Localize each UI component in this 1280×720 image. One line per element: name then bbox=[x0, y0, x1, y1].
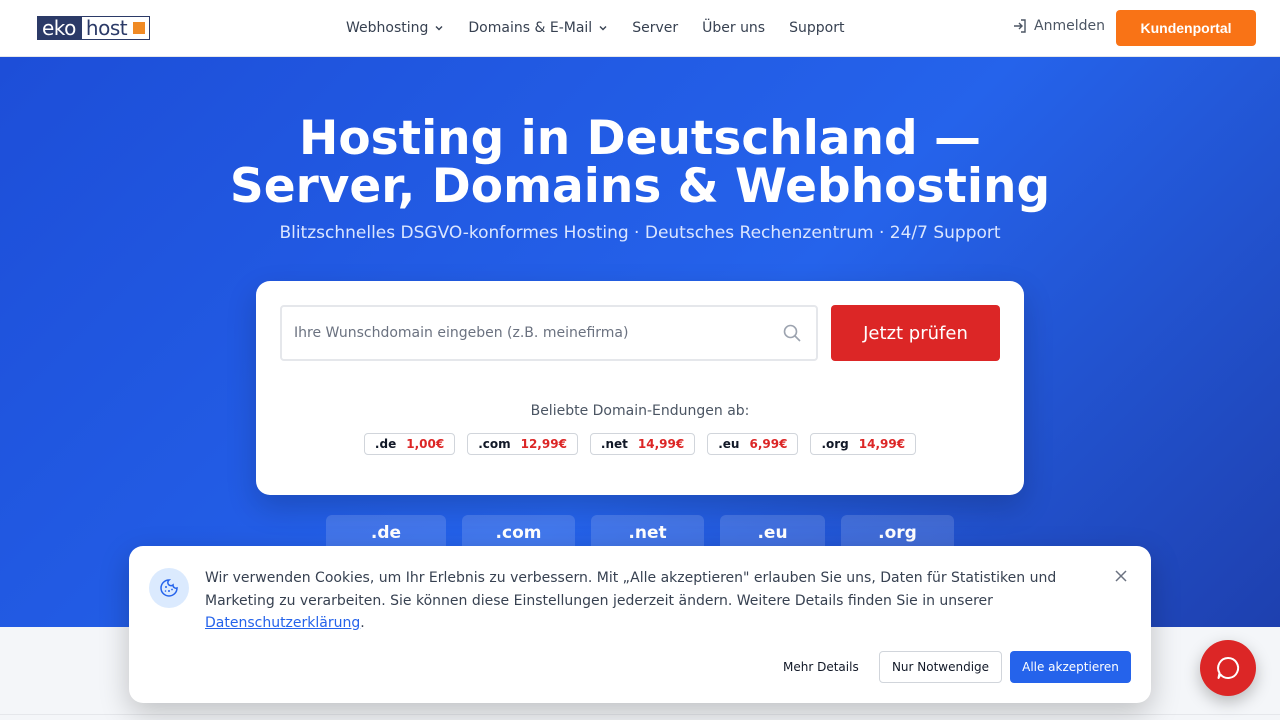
nav-item-label: Domains & E-Mail bbox=[468, 20, 593, 36]
cookie-message-text: Wir verwenden Cookies, um Ihr Erlebnis z… bbox=[205, 570, 1057, 609]
tld-name: .com bbox=[478, 437, 511, 451]
privacy-policy-link[interactable]: Datenschutzerklärung bbox=[205, 615, 360, 631]
tld-price-com[interactable]: .com 12,99€ bbox=[467, 433, 578, 455]
more-details-button[interactable]: Mehr Details bbox=[777, 651, 865, 683]
necessary-only-button[interactable]: Nur Notwendige bbox=[879, 651, 1002, 683]
nav-item-support[interactable]: Support bbox=[789, 20, 844, 36]
check-domain-button[interactable]: Jetzt prüfen bbox=[831, 305, 1000, 361]
nav-item-domains-email[interactable]: Domains & E-Mail bbox=[468, 20, 608, 36]
logo-square-icon bbox=[133, 22, 146, 34]
tld-price: 12,99€ bbox=[520, 437, 567, 451]
main-nav: Webhosting Domains & E-Mail Server Über … bbox=[346, 0, 844, 56]
login-label: Anmelden bbox=[1034, 18, 1105, 34]
tld-price-org[interactable]: .org 14,99€ bbox=[810, 433, 917, 455]
tld-price-list: .de 1,00€ .com 12,99€ .net 14,99€ .eu 6,… bbox=[256, 433, 1024, 455]
sign-in-icon bbox=[1014, 19, 1026, 33]
nav-item-label: Support bbox=[789, 20, 845, 36]
tld-name: .de bbox=[374, 437, 397, 451]
tld-name: .net bbox=[600, 437, 628, 451]
customer-portal-button[interactable]: Kundenportal bbox=[1116, 10, 1256, 46]
tld-name: .eu bbox=[718, 437, 740, 451]
tld-price: 14,99€ bbox=[637, 437, 685, 451]
chat-button[interactable] bbox=[1200, 640, 1256, 696]
tld-price: 6,99€ bbox=[749, 437, 788, 451]
section-divider bbox=[0, 714, 1280, 715]
tld-price: 14,99€ bbox=[858, 437, 906, 451]
popular-tlds-label: Beliebte Domain-Endungen ab: bbox=[530, 403, 750, 419]
cookie-message-end: . bbox=[360, 615, 365, 631]
nav-item-webhosting[interactable]: Webhosting bbox=[346, 20, 444, 36]
hero-title: Hosting in Deutschland — Server, Domains… bbox=[0, 115, 1280, 211]
cookie-icon bbox=[160, 579, 178, 597]
chevron-down-icon bbox=[599, 26, 607, 31]
domain-search-input[interactable] bbox=[294, 307, 774, 359]
chat-bubble-icon bbox=[1217, 656, 1240, 679]
domain-search-card: Jetzt prüfen Beliebte Domain-Endungen ab… bbox=[256, 281, 1024, 495]
logo[interactable]: eko host bbox=[37, 16, 151, 40]
tld-price: 1,00€ bbox=[406, 437, 445, 451]
nav-item-label: Webhosting bbox=[346, 20, 429, 36]
logo-text-right: host bbox=[80, 16, 151, 40]
logo-text-host: host bbox=[85, 16, 128, 40]
tld-name: .org bbox=[821, 437, 849, 451]
tld-price-eu[interactable]: .eu 6,99€ bbox=[707, 433, 799, 455]
domain-search-field bbox=[280, 305, 818, 361]
nav-item-server[interactable]: Server bbox=[632, 20, 678, 36]
tld-price-de[interactable]: .de 1,00€ bbox=[363, 433, 456, 455]
chevron-down-icon bbox=[435, 26, 443, 31]
tld-price-net[interactable]: .net 14,99€ bbox=[589, 433, 696, 455]
close-icon[interactable] bbox=[1113, 568, 1129, 584]
accept-all-button[interactable]: Alle akzeptieren bbox=[1010, 651, 1131, 683]
cookie-icon-badge bbox=[149, 568, 189, 608]
search-icon bbox=[783, 324, 801, 342]
hero-subtitle: Blitzschnelles DSGVO-konformes Hosting ·… bbox=[279, 223, 1001, 243]
cookie-message: Wir verwenden Cookies, um Ihr Erlebnis z… bbox=[205, 567, 1085, 635]
nav-item-label: Über uns bbox=[702, 20, 766, 36]
hero-title-line-2: Server, Domains & Webhosting bbox=[229, 159, 1051, 214]
cookie-banner: Wir verwenden Cookies, um Ihr Erlebnis z… bbox=[129, 546, 1151, 703]
nav-item-ueber-uns[interactable]: Über uns bbox=[702, 20, 765, 36]
login-link[interactable]: Anmelden bbox=[1012, 18, 1105, 34]
site-header: eko host Webhosting Domains & E-Mail Ser… bbox=[0, 0, 1280, 57]
nav-item-label: Server bbox=[632, 20, 679, 36]
hero-section: Hosting in Deutschland — Server, Domains… bbox=[0, 57, 1280, 627]
logo-text-left: eko bbox=[37, 16, 81, 40]
hero-title-line-1: Hosting in Deutschland — bbox=[299, 111, 981, 166]
